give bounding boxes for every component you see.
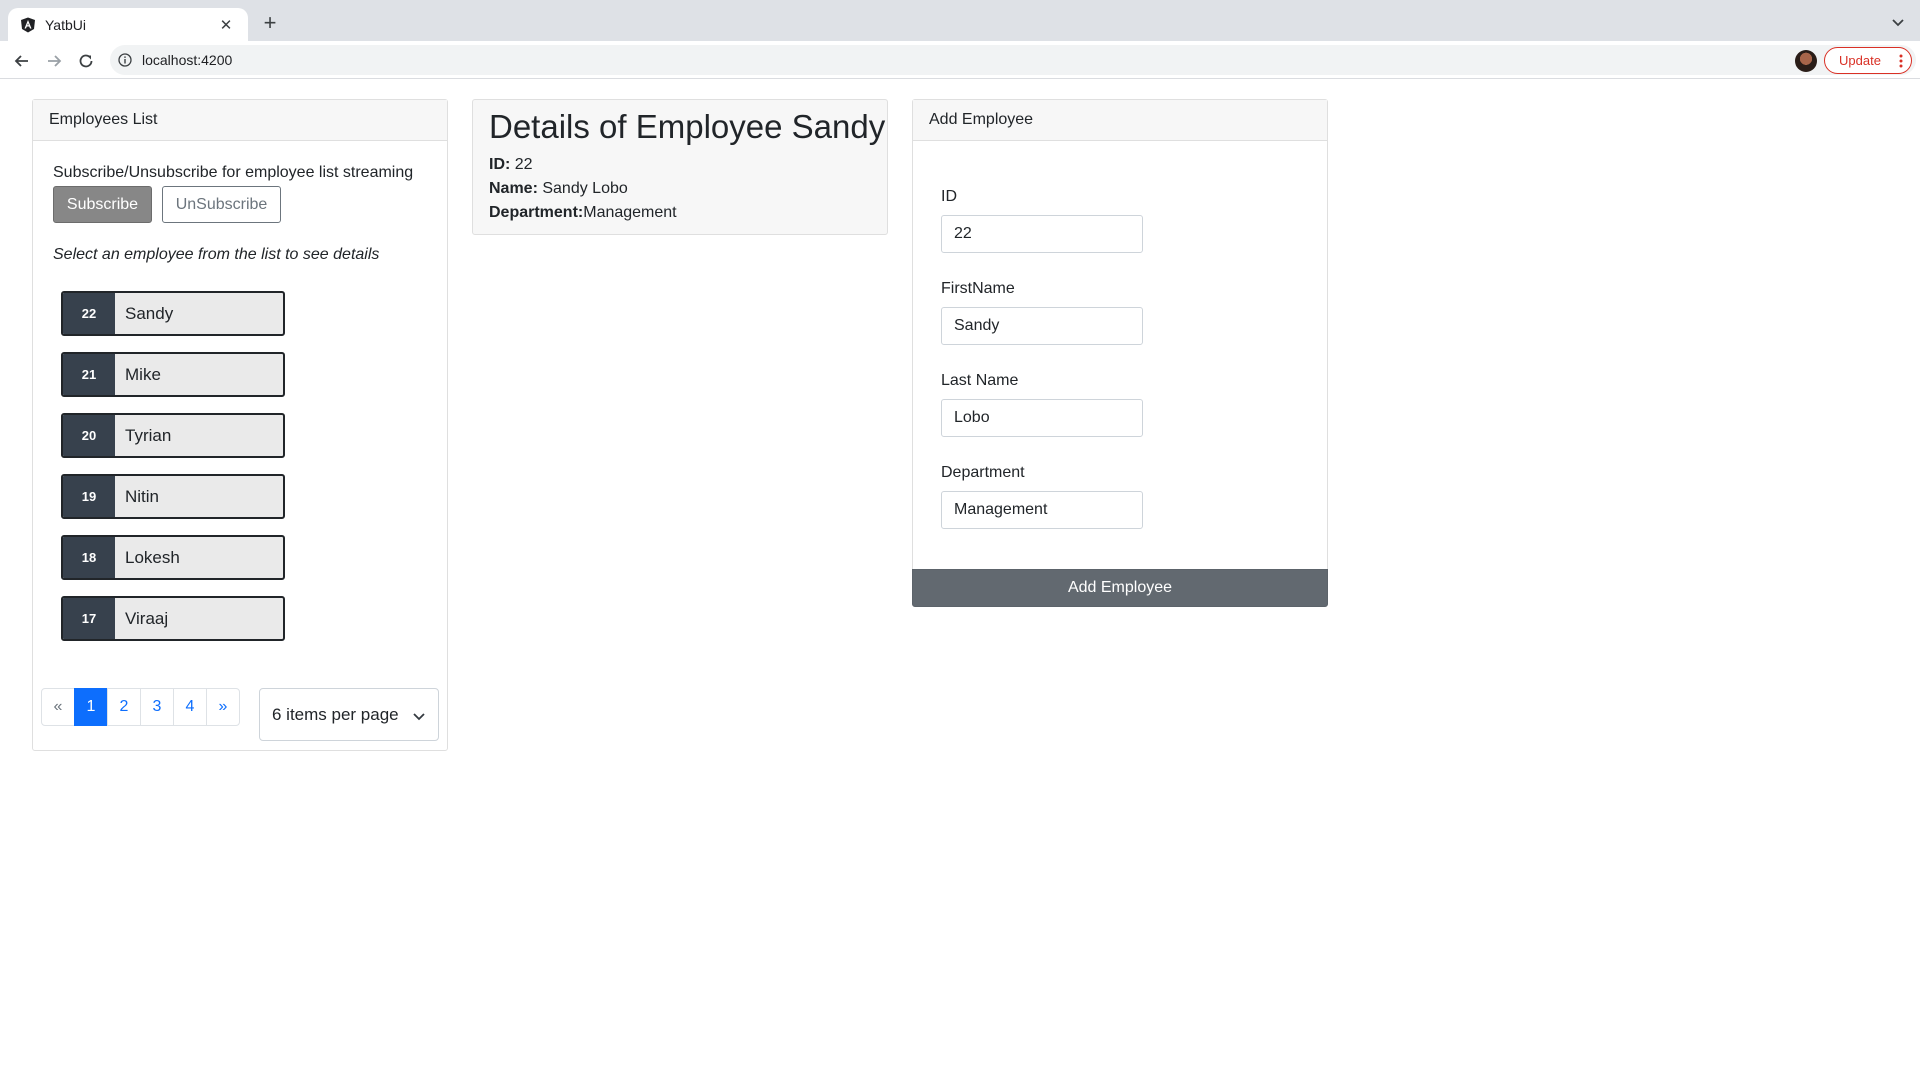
lastname-input[interactable]	[941, 399, 1143, 437]
lastname-label: Last Name	[941, 372, 1019, 389]
employee-list-item[interactable]: 17 Viraaj	[61, 596, 285, 641]
url-text: localhost:4200	[142, 52, 233, 68]
subscribe-button[interactable]: Subscribe	[53, 186, 152, 223]
add-employee-card: Add Employee ID FirstName Last Name Depa…	[912, 99, 1328, 607]
pagination-next[interactable]: »	[206, 688, 240, 726]
detail-department: Department:Management	[489, 204, 677, 222]
add-employee-button[interactable]: Add Employee	[912, 569, 1328, 607]
detail-id-value: 22	[510, 156, 533, 173]
back-icon[interactable]	[10, 49, 34, 73]
pagination-page-4[interactable]: 4	[173, 688, 207, 726]
select-employee-hint: Select an employee from the list to see …	[53, 246, 380, 263]
address-bar[interactable]: localhost:4200	[110, 45, 1916, 75]
employee-id-badge: 18	[63, 537, 115, 578]
unsubscribe-button[interactable]: UnSubscribe	[162, 186, 281, 223]
items-per-page-value: 6 items per page	[272, 704, 399, 724]
detail-id: ID: 22	[489, 156, 533, 174]
details-title: Details of Employee Sandy	[489, 108, 886, 145]
detail-department-value: Management	[583, 204, 677, 221]
info-icon[interactable]	[118, 53, 132, 67]
employees-list-header: Employees List	[33, 100, 447, 141]
items-per-page-select[interactable]: 6 items per page	[259, 688, 439, 741]
reload-icon[interactable]	[74, 49, 98, 73]
add-employee-header: Add Employee	[913, 100, 1327, 141]
forward-icon[interactable]	[42, 49, 66, 73]
employee-list: 22 Sandy 21 Mike 20 Tyrian 19 Nitin 18 L…	[61, 291, 285, 657]
browser-tab[interactable]: YatbUi ✕	[8, 8, 248, 41]
tab-list-icon[interactable]	[1890, 14, 1906, 30]
update-button[interactable]: Update	[1824, 47, 1912, 74]
employee-name: Viraaj	[125, 608, 169, 628]
employees-list-card: Employees List Subscribe/Unsubscribe for…	[32, 99, 448, 751]
tab-title: YatbUi	[45, 16, 86, 33]
angular-favicon-icon	[20, 17, 36, 33]
pagination-prev[interactable]: «	[41, 688, 75, 726]
pagination-page-2[interactable]: 2	[107, 688, 141, 726]
pagination-page-1[interactable]: 1	[74, 688, 108, 726]
employee-id-badge: 22	[63, 293, 115, 334]
employee-id-badge: 20	[63, 415, 115, 456]
new-tab-button[interactable]: +	[258, 12, 282, 36]
chevron-down-icon	[412, 708, 426, 722]
detail-name-value: Sandy Lobo	[537, 180, 628, 197]
department-label: Department	[941, 464, 1025, 481]
department-input[interactable]	[941, 491, 1143, 529]
employee-name: Nitin	[125, 486, 160, 506]
detail-name-label: Name:	[489, 180, 538, 197]
firstname-label: FirstName	[941, 280, 1015, 297]
detail-department-label: Department:	[489, 204, 584, 221]
profile-avatar[interactable]	[1795, 50, 1817, 72]
subscribe-description: Subscribe/Unsubscribe for employee list …	[53, 164, 414, 181]
employee-id-badge: 21	[63, 354, 115, 395]
employee-name: Mike	[125, 364, 161, 384]
employee-list-item[interactable]: 18 Lokesh	[61, 535, 285, 580]
employee-list-item[interactable]: 19 Nitin	[61, 474, 285, 519]
detail-name: Name: Sandy Lobo	[489, 180, 628, 198]
browser-tabstrip: YatbUi ✕ +	[0, 0, 1920, 41]
employee-list-item[interactable]: 21 Mike	[61, 352, 285, 397]
pagination: « 1 2 3 4 »	[41, 688, 240, 726]
detail-id-label: ID:	[489, 156, 511, 173]
browser-toolbar: localhost:4200	[0, 41, 1920, 79]
employee-list-item[interactable]: 20 Tyrian	[61, 413, 285, 458]
update-label: Update	[1839, 53, 1881, 68]
id-label: ID	[941, 188, 957, 205]
tab-close-icon[interactable]: ✕	[216, 16, 236, 34]
employee-name: Lokesh	[125, 547, 180, 567]
employee-id-badge: 19	[63, 476, 115, 517]
kebab-menu-icon[interactable]	[1899, 53, 1903, 69]
employee-name: Sandy	[125, 303, 174, 323]
id-input[interactable]	[941, 215, 1143, 253]
firstname-input[interactable]	[941, 307, 1143, 345]
employee-list-item[interactable]: 22 Sandy	[61, 291, 285, 336]
employee-details-card: Details of Employee Sandy ID: 22 Name: S…	[472, 99, 888, 235]
employee-id-badge: 17	[63, 598, 115, 639]
pagination-page-3[interactable]: 3	[140, 688, 174, 726]
employee-name: Tyrian	[125, 425, 172, 445]
